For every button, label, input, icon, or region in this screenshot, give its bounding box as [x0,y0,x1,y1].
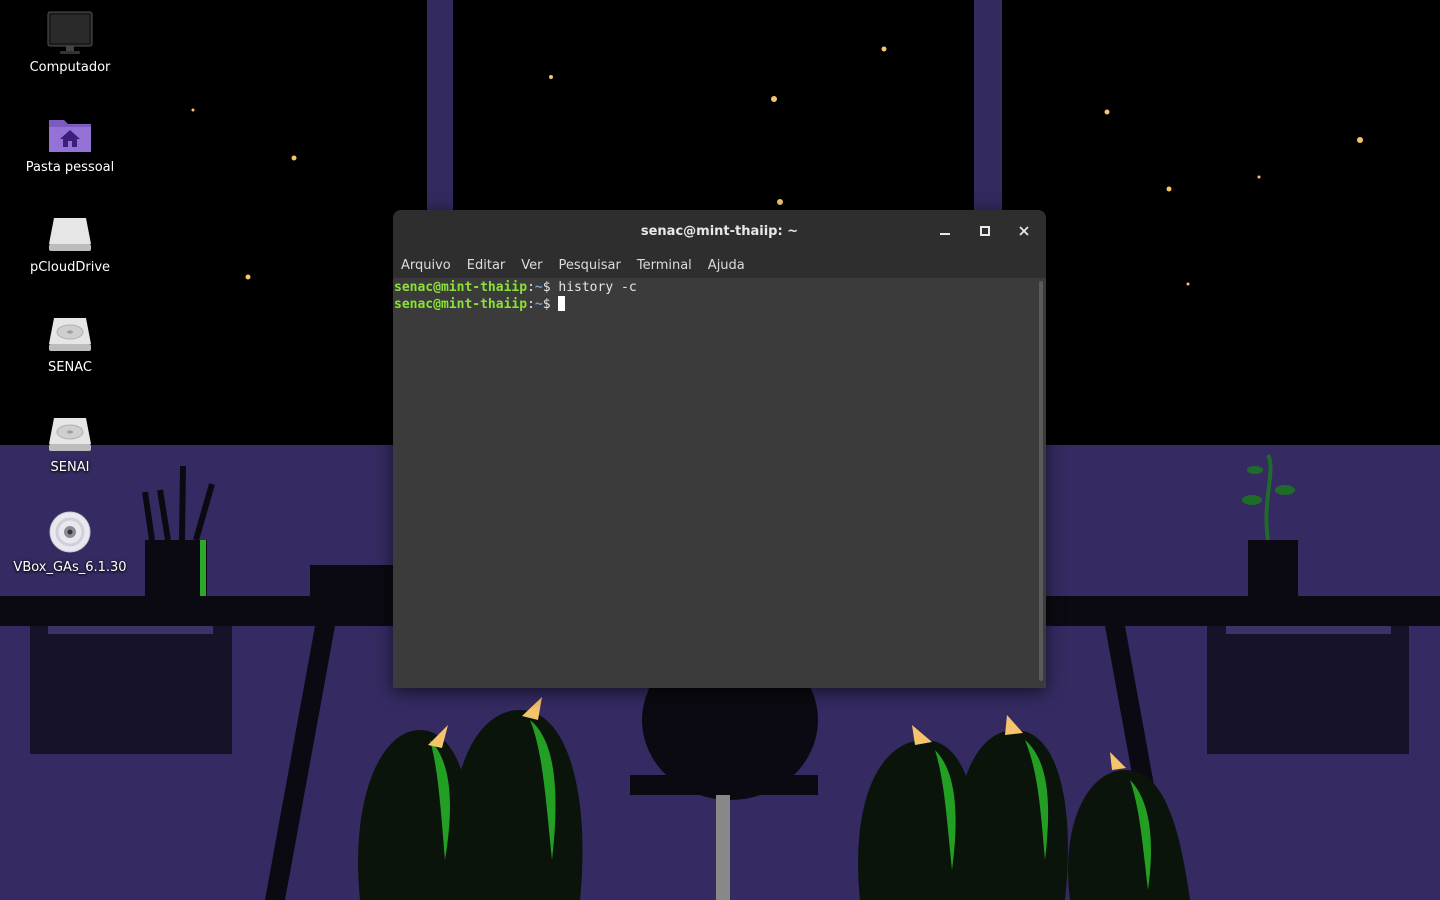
menu-terminal[interactable]: Terminal [637,258,692,273]
maximize-button[interactable] [975,221,995,241]
terminal-window[interactable]: senac@mint-thaiip: ~ Arquivo Editar Ver … [393,210,1046,688]
desktop-icon-pasta-pessoal[interactable]: Pasta pessoal [0,110,140,175]
scrollbar[interactable] [1039,281,1043,681]
desktop-icon-vbox-gas[interactable]: VBox_GAs_6.1.30 [0,510,140,575]
prompt-colon: : [527,280,535,295]
window-title: senac@mint-thaiip: ~ [640,223,799,239]
desktop-icon-label: VBox_GAs_6.1.30 [13,560,127,575]
home-folder-icon [46,110,94,158]
text-cursor [558,296,566,311]
menu-editar[interactable]: Editar [467,258,506,273]
prompt-user: senac@mint-thaiip [394,280,528,295]
desktop-icon-label: SENAI [50,460,90,475]
desktop-icon-label: pCloudDrive [29,260,111,275]
hard-disk-icon [46,310,94,358]
close-icon [1019,226,1029,236]
prompt-user: senac@mint-thaiip [394,297,528,312]
command-text: history -c [558,280,637,295]
prompt-path: ~ [534,297,543,312]
prompt-symbol: $ [542,280,551,295]
menu-ver[interactable]: Ver [521,258,542,273]
menu-arquivo[interactable]: Arquivo [401,258,451,273]
monitor-icon [46,10,94,58]
prompt-path: ~ [534,280,543,295]
menu-pesquisar[interactable]: Pesquisar [559,258,621,273]
hard-disk-icon [46,410,94,458]
desktop-icon-senai[interactable]: SENAI [0,410,140,475]
prompt-colon: : [527,297,535,312]
desktop-icon-label: Computador [29,60,111,75]
terminal-output[interactable]: senac@mint-thaiip:~$ history -c senac@mi… [393,278,1046,688]
window-titlebar[interactable]: senac@mint-thaiip: ~ [393,210,1046,252]
maximize-icon [980,226,990,236]
minimize-icon [940,233,950,235]
minimize-button[interactable] [935,221,955,241]
optical-disc-icon [46,510,94,558]
desktop-icon-computador[interactable]: Computador [0,10,140,75]
desktop-icon-pclouddrive[interactable]: pCloudDrive [0,210,140,275]
terminal-line: senac@mint-thaiip:~$ [393,296,1046,313]
desktop: Computador Pasta pessoal pCloudDrive SEN… [0,0,1440,900]
menu-ajuda[interactable]: Ajuda [708,258,745,273]
prompt-symbol: $ [542,297,551,312]
desktop-icon-label: Pasta pessoal [25,160,115,175]
desktop-icon-label: SENAC [48,360,92,375]
close-button[interactable] [1014,221,1034,241]
desktop-icon-senac[interactable]: SENAC [0,310,140,375]
menu-bar: Arquivo Editar Ver Pesquisar Terminal Aj… [393,252,1046,278]
terminal-line: senac@mint-thaiip:~$ history -c [393,279,1046,296]
drive-icon [46,210,94,258]
